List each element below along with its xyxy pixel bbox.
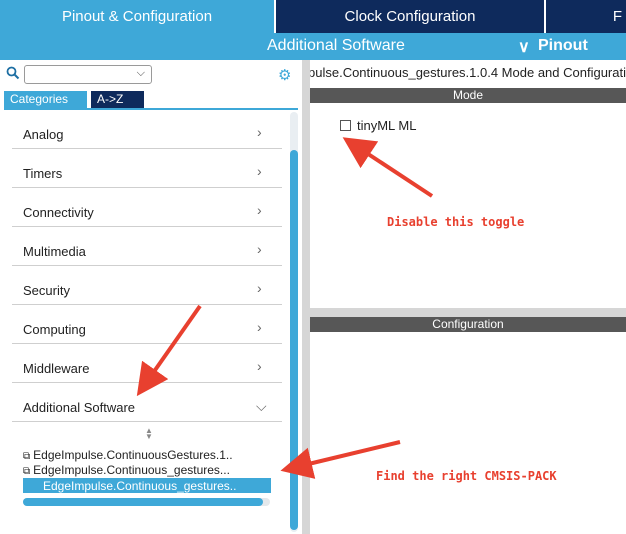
category-connectivity[interactable]: Connectivity xyxy=(23,205,94,220)
arrow-to-additional-software xyxy=(136,304,202,397)
az-tab[interactable]: A->Z xyxy=(91,91,144,108)
pack-label: EdgeImpulse.ContinuousGestures.1.. xyxy=(33,448,233,462)
category-multimedia[interactable]: Multimedia xyxy=(23,244,86,259)
chevron-right-icon[interactable]: › xyxy=(257,241,262,257)
pack-item[interactable]: ⧉ EdgeImpulse.Continuous_gestures... xyxy=(23,463,230,477)
divider xyxy=(12,343,282,344)
vertical-scrollbar-thumb[interactable] xyxy=(290,150,298,530)
chevron-right-icon[interactable]: › xyxy=(257,124,262,140)
search-icon[interactable] xyxy=(6,66,20,85)
tab-underline xyxy=(4,108,298,110)
category-middleware[interactable]: Middleware xyxy=(23,361,89,376)
panel-divider[interactable] xyxy=(302,60,310,534)
divider xyxy=(12,187,282,188)
chevron-right-icon[interactable]: › xyxy=(257,358,262,374)
sort-icon[interactable]: ▲ ▼ xyxy=(145,427,153,441)
arrow-to-pack xyxy=(280,440,401,479)
divider xyxy=(12,226,282,227)
category-timers[interactable]: Timers xyxy=(23,166,62,181)
tab-clock-configuration[interactable]: Clock Configuration xyxy=(276,0,544,33)
category-additional-software[interactable]: Additional Software xyxy=(23,400,135,415)
horizontal-scrollbar-thumb[interactable] xyxy=(23,498,263,506)
annotation-find-pack: Find the right CMSIS-PACK xyxy=(376,469,557,483)
divider xyxy=(12,421,282,422)
chevron-right-icon[interactable]: › xyxy=(257,202,262,218)
gear-icon[interactable]: ⚙ xyxy=(278,66,291,84)
package-icon: ⧉ xyxy=(23,466,31,477)
chevron-right-icon[interactable]: › xyxy=(257,163,262,179)
tinyml-label[interactable]: tinyML ML xyxy=(357,118,416,133)
divider xyxy=(12,265,282,266)
divider xyxy=(12,382,282,383)
subbar-additional-software[interactable]: Additional Software xyxy=(267,37,405,55)
chevron-down-icon[interactable]: ∨ xyxy=(518,37,530,57)
configuration-header: Configuration xyxy=(310,317,626,332)
chevron-right-icon[interactable]: › xyxy=(257,280,262,296)
annotation-disable-toggle: Disable this toggle xyxy=(387,215,525,229)
divider xyxy=(12,304,282,305)
arrow-to-toggle xyxy=(342,137,434,198)
chevron-down-icon[interactable]: ⌵ xyxy=(256,398,267,415)
categories-tab[interactable]: Categories xyxy=(4,91,87,108)
mode-header: Mode xyxy=(310,88,626,103)
section-splitter[interactable] xyxy=(310,308,626,317)
package-icon: ⧉ xyxy=(23,451,31,462)
subbar-pinout[interactable]: Pinout xyxy=(538,37,588,55)
subbar: Additional Software ∨ Pinout xyxy=(0,33,626,60)
search-input[interactable]: ⌵ xyxy=(24,65,152,84)
divider xyxy=(12,148,282,149)
tab-pinout-configuration[interactable]: Pinout & Configuration xyxy=(0,0,274,33)
category-security[interactable]: Security xyxy=(23,283,70,298)
page-title: pulse.Continuous_gestures.1.0.4 Mode and… xyxy=(310,65,626,80)
category-analog[interactable]: Analog xyxy=(23,127,63,142)
pack-label: EdgeImpulse.Continuous_gestures.. xyxy=(43,479,237,493)
category-computing[interactable]: Computing xyxy=(23,322,86,337)
chevron-down-icon[interactable]: ⌵ xyxy=(137,67,145,80)
pack-item[interactable]: ⧉ EdgeImpulse.ContinuousGestures.1.. xyxy=(23,448,233,462)
tinyml-checkbox[interactable] xyxy=(340,120,351,131)
chevron-right-icon[interactable]: › xyxy=(257,319,262,335)
pack-label: EdgeImpulse.Continuous_gestures... xyxy=(33,463,230,477)
tab-more[interactable]: F xyxy=(546,0,626,33)
